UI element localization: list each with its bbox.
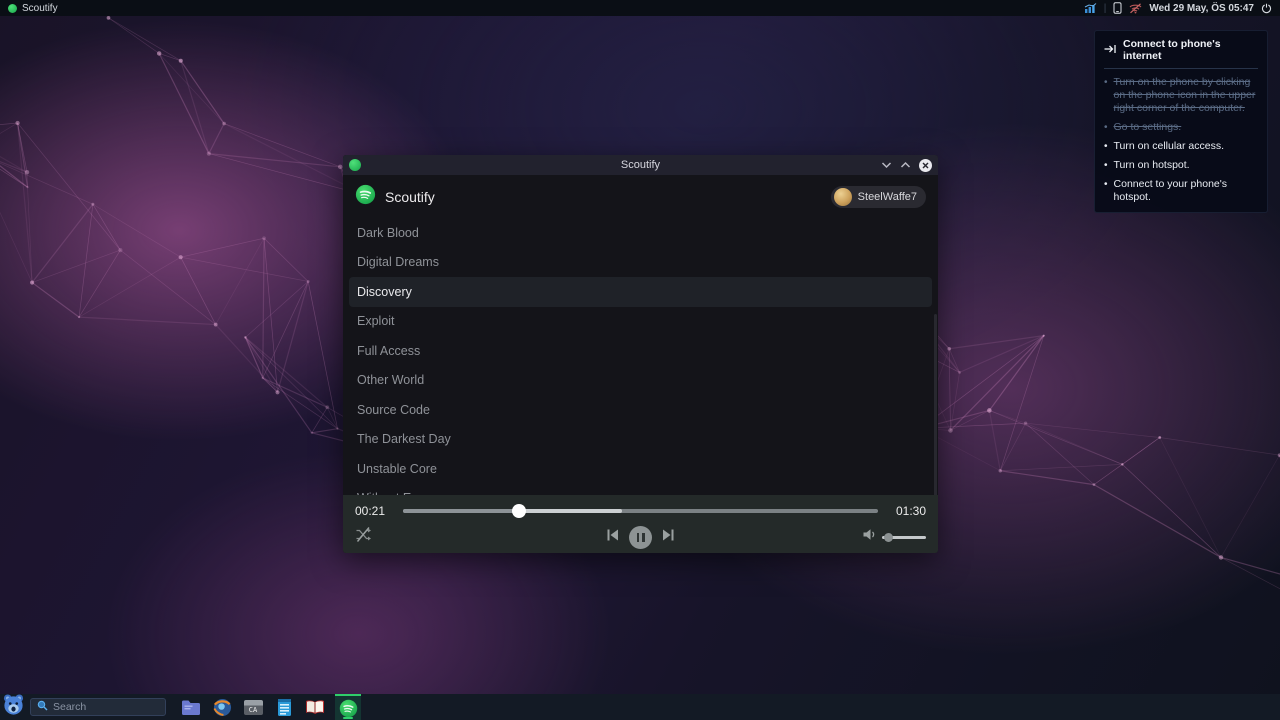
window-titlebar[interactable]: Scoutify (343, 155, 938, 175)
activity-icon[interactable] (1084, 3, 1097, 14)
bullet-icon: • (1104, 121, 1108, 134)
divider (1104, 68, 1258, 69)
book-icon[interactable] (304, 696, 326, 718)
active-app[interactable]: Scoutify (0, 3, 58, 14)
next-icon[interactable] (662, 528, 675, 547)
progress-buffer (519, 509, 621, 513)
notification-step: • Turn on cellular access. (1104, 140, 1258, 153)
playlist-item-label: Digital Dreams (357, 255, 439, 269)
user-name: SteelWaffe7 (858, 191, 917, 203)
scoutify-app-icon (8, 4, 17, 13)
search-box[interactable] (30, 698, 166, 716)
taskbar: CA (0, 694, 1280, 720)
playlist: Dark Blood Digital Dreams Discovery Exploit… (343, 218, 938, 495)
playlist-item-label: Discovery (357, 285, 412, 299)
active-app-name: Scoutify (22, 3, 58, 14)
total-time: 01:30 (890, 504, 926, 518)
phone-icon[interactable] (1113, 2, 1122, 14)
shuffle-off-icon[interactable] (355, 526, 372, 548)
volume-icon[interactable] (862, 528, 877, 546)
playlist-item-label: Other World (357, 373, 424, 387)
bullet-icon: • (1104, 178, 1108, 204)
top-menubar: Scoutify | Wed 29 May, ÖS 05:47 (0, 0, 1280, 16)
playlist-item-label: Dark Blood (357, 226, 419, 240)
notification-step-text: Turn on cellular access. (1114, 140, 1225, 153)
window-title: Scoutify (343, 159, 938, 171)
pause-button[interactable] (629, 526, 652, 549)
browser-icon[interactable] (211, 696, 233, 718)
user-menu[interactable]: SteelWaffe7 (831, 186, 926, 208)
user-avatar (834, 188, 852, 206)
player-bar: 00:21 01:30 (343, 495, 938, 553)
power-icon[interactable] (1261, 3, 1272, 14)
progress-played (403, 509, 519, 513)
search-icon (37, 698, 48, 716)
app-title: Scoutify (385, 189, 435, 205)
tray-separator: | (1104, 3, 1107, 14)
terminal-label: CA (249, 705, 257, 715)
bullet-icon: • (1104, 76, 1108, 115)
playlist-item[interactable]: The Darkest Day (349, 425, 932, 455)
notification-title: Connect to phone's internet (1123, 38, 1258, 62)
scoutify-window: Scoutify Scoutify Steel (343, 155, 938, 553)
notification-step-text: Turn on the phone by clicking on the pho… (1114, 76, 1258, 115)
elapsed-time: 00:21 (355, 504, 391, 518)
playlist-item[interactable]: Full Access (349, 336, 932, 366)
bullet-icon: • (1104, 140, 1108, 153)
app-header: Scoutify SteelWaffe7 (343, 175, 938, 218)
playlist-item-label: Source Code (357, 403, 430, 417)
playlist-item-label: The Darkest Day (357, 432, 451, 446)
connect-icon (1104, 44, 1117, 57)
bullet-icon: • (1104, 159, 1108, 172)
playlist-item[interactable]: Other World (349, 366, 932, 396)
playlist-item[interactable]: Without Escape (349, 484, 932, 496)
notification-step-text: Turn on hotspot. (1114, 159, 1190, 172)
playlist-item[interactable]: Unstable Core (349, 454, 932, 484)
terminal-icon[interactable]: CA (242, 696, 264, 718)
volume-slider[interactable] (882, 533, 926, 542)
playlist-item[interactable]: Source Code (349, 395, 932, 425)
notification-step-text: Go to settings. (1114, 121, 1182, 134)
playlist-item[interactable]: Discovery (349, 277, 932, 307)
notification-step-text: Connect to your phone's hotspot. (1114, 178, 1258, 204)
notes-icon[interactable] (273, 696, 295, 718)
file-manager-icon[interactable] (180, 696, 202, 718)
clock[interactable]: Wed 29 May, ÖS 05:47 (1149, 3, 1254, 14)
notification-step: • Turn on hotspot. (1104, 159, 1258, 172)
playlist-item-label: Full Access (357, 344, 420, 358)
scoutify-logo-icon (355, 184, 376, 210)
wifi-off-icon[interactable] (1129, 3, 1142, 14)
maximize-button[interactable] (900, 156, 911, 174)
notification-step: •Connect to your phone's hotspot. (1104, 178, 1258, 204)
notification-step: • Go to settings. (1104, 121, 1258, 134)
start-menu-button[interactable] (0, 694, 26, 720)
playlist-item-label: Unstable Core (357, 462, 437, 476)
playlist-item[interactable]: Dark Blood (349, 218, 932, 248)
progress-slider[interactable] (403, 504, 878, 518)
progress-track (403, 509, 878, 513)
playlist-item-label: Exploit (357, 314, 395, 328)
volume-handle[interactable] (884, 533, 893, 542)
start-bear-icon (2, 693, 25, 720)
previous-icon[interactable] (606, 528, 619, 547)
playlist-item[interactable]: Digital Dreams (349, 248, 932, 278)
search-input[interactable] (53, 701, 159, 713)
notification-panel: Connect to phone's internet •Turn on the… (1094, 30, 1268, 213)
scoutify-icon[interactable] (335, 694, 361, 720)
notification-step: •Turn on the phone by clicking on the ph… (1104, 76, 1258, 115)
minimize-button[interactable] (881, 156, 892, 174)
playlist-item[interactable]: Exploit (349, 307, 932, 337)
notification-steps: •Turn on the phone by clicking on the ph… (1104, 76, 1258, 204)
progress-handle[interactable] (512, 504, 526, 518)
close-button[interactable] (919, 159, 932, 172)
